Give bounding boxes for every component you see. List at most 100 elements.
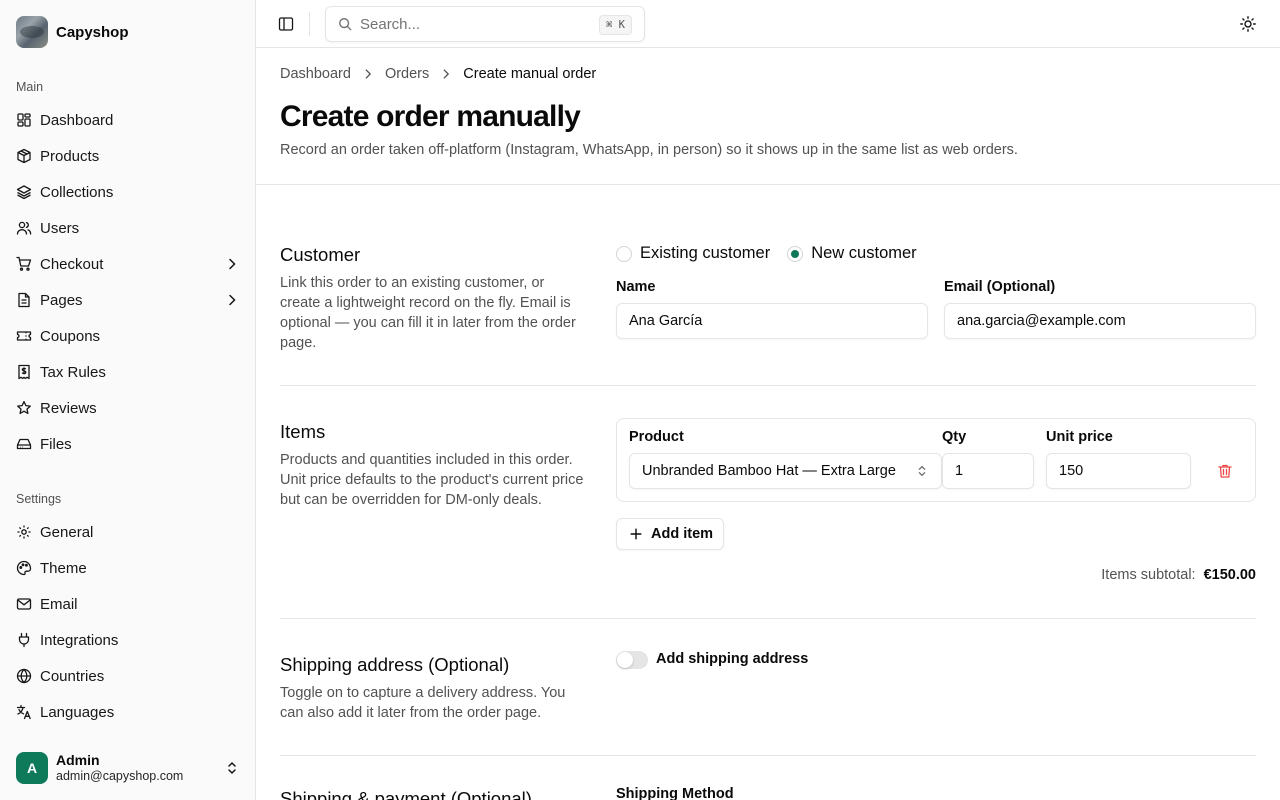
sidebar-item-label: Collections (40, 183, 114, 201)
divider (280, 755, 1256, 756)
sidebar-item-checkout[interactable]: Checkout (8, 246, 248, 282)
radio-existing-customer-label[interactable]: Existing customer (640, 244, 770, 263)
sun-icon[interactable] (1240, 16, 1256, 32)
add-item-label: Add item (651, 526, 714, 542)
sidebar-item-label: Integrations (40, 631, 119, 649)
radio-new-customer-label[interactable]: New customer (811, 244, 916, 263)
chevrons-up-down-icon (918, 465, 926, 477)
unit-price-label: Unit price (1046, 429, 1113, 445)
name-label: Name (616, 279, 656, 295)
search-input[interactable]: Search... ⌘ K (325, 6, 645, 42)
items-section-description: Products and quantities included in this… (280, 452, 584, 508)
sidebar-item-label: Products (40, 147, 100, 165)
sidebar-settings-nav: General Theme Email Integrations Countri… (8, 514, 248, 730)
unit-price-value: 150 (1059, 463, 1084, 479)
shipping-payment-section-title: Shipping & payment (Optional) (280, 788, 532, 800)
sidebar-item-label: Users (40, 219, 80, 237)
sidebar-item-general[interactable]: General (8, 514, 248, 550)
cart-icon (16, 256, 32, 271)
email-label: Email (Optional) (944, 279, 1056, 295)
users-icon (16, 221, 32, 235)
sidebar: Capyshop Main Dashboard Products Collect… (0, 0, 256, 800)
sidebar-item-theme[interactable]: Theme (8, 550, 248, 586)
add-item-button[interactable]: Add item (616, 518, 724, 550)
sidebar-item-label: Reviews (40, 399, 97, 417)
name-value: Ana García (629, 313, 703, 329)
breadcrumb-dashboard[interactable]: Dashboard (280, 66, 351, 82)
plug-icon (18, 632, 30, 648)
search-placeholder: Search... (360, 15, 421, 33)
items-subtotal: Items subtotal: €150.00 (1101, 567, 1256, 583)
breadcrumb: Dashboard Orders Create manual order (280, 66, 596, 82)
qty-field[interactable]: 1 (942, 453, 1034, 489)
radio-existing-customer[interactable] (616, 245, 632, 262)
user-email: admin@capyshop.com (56, 769, 184, 783)
palette-icon (16, 560, 32, 576)
product-value: Unbranded Bamboo Hat — Extra Large (642, 463, 896, 479)
sidebar-item-products[interactable]: Products (8, 138, 248, 174)
sidebar-group-main: Main (16, 80, 44, 94)
shipping-method-label: Shipping Method (616, 786, 734, 800)
chevron-right-icon[interactable] (224, 256, 240, 272)
email-field[interactable]: ana.garcia@example.com (944, 303, 1256, 339)
globe-icon (16, 668, 32, 684)
trash-icon[interactable] (1217, 463, 1233, 479)
receipt-icon (18, 364, 30, 380)
shipping-address-toggle[interactable] (616, 651, 648, 669)
user-menu[interactable]: A Admin admin@capyshop.com (16, 752, 240, 784)
sidebar-item-reviews[interactable]: Reviews (8, 390, 248, 426)
breadcrumb-orders[interactable]: Orders (385, 66, 429, 82)
main-content: Dashboard Orders Create manual order Cre… (256, 48, 1280, 800)
customer-type-radio-group: Existing customer New customer (616, 244, 917, 263)
chevron-right-icon[interactable] (224, 292, 240, 308)
email-value: ana.garcia@example.com (957, 313, 1126, 329)
chevron-right-icon (443, 69, 450, 79)
brand-name: Capyshop (56, 23, 129, 41)
star-icon (17, 400, 31, 415)
customer-section-description: Link this order to an existing customer,… (280, 275, 576, 351)
sidebar-item-label: Theme (40, 559, 87, 577)
radio-new-customer[interactable] (787, 245, 804, 262)
sidebar-item-files[interactable]: Files (8, 426, 248, 462)
sidebar-item-languages[interactable]: Languages (8, 694, 248, 730)
sidebar-item-label: Coupons (40, 327, 101, 345)
shipping-address-toggle-label[interactable]: Add shipping address (656, 651, 808, 667)
user-info: Admin admin@capyshop.com (56, 752, 183, 784)
avatar: A (16, 752, 48, 784)
unit-price-field[interactable]: 150 (1046, 453, 1191, 489)
chevrons-up-down-icon[interactable] (224, 760, 240, 776)
sidebar-item-countries[interactable]: Countries (8, 658, 248, 694)
package-icon (17, 148, 31, 164)
subtotal-label: Items subtotal: (1101, 567, 1196, 583)
sidebar-group-settings: Settings (16, 492, 62, 506)
search-icon (339, 18, 352, 31)
divider (309, 12, 310, 36)
sidebar-item-label: Countries (40, 667, 105, 685)
sidebar-item-tax-rules[interactable]: Tax Rules (8, 354, 248, 390)
layers-icon (16, 185, 32, 200)
product-label: Product (629, 429, 684, 445)
page-subtitle: Record an order taken off-platform (Inst… (280, 142, 1018, 158)
qty-value: 1 (955, 463, 964, 479)
languages-icon (16, 704, 31, 720)
sidebar-item-email[interactable]: Email (8, 586, 248, 622)
sidebar-item-label: Checkout (40, 255, 104, 273)
sidebar-item-users[interactable]: Users (8, 210, 248, 246)
file-icon (18, 292, 30, 308)
sidebar-item-label: Files (40, 435, 72, 453)
divider (280, 385, 1256, 386)
sidebar-item-dashboard[interactable]: Dashboard (8, 102, 248, 138)
divider (280, 618, 1256, 619)
brand[interactable]: Capyshop (16, 16, 129, 48)
chevron-right-icon (365, 69, 372, 79)
sidebar-item-integrations[interactable]: Integrations (8, 622, 248, 658)
sidebar-item-label: General (40, 523, 94, 541)
product-select[interactable]: Unbranded Bamboo Hat — Extra Large (629, 453, 942, 489)
customer-section-title: Customer (280, 244, 361, 265)
sidebar-item-collections[interactable]: Collections (8, 174, 248, 210)
topbar: Search... ⌘ K (256, 0, 1280, 48)
sidebar-item-pages[interactable]: Pages (8, 282, 248, 318)
name-field[interactable]: Ana García (616, 303, 928, 339)
sidebar-toggle-icon[interactable] (278, 16, 294, 32)
sidebar-item-coupons[interactable]: Coupons (8, 318, 248, 354)
